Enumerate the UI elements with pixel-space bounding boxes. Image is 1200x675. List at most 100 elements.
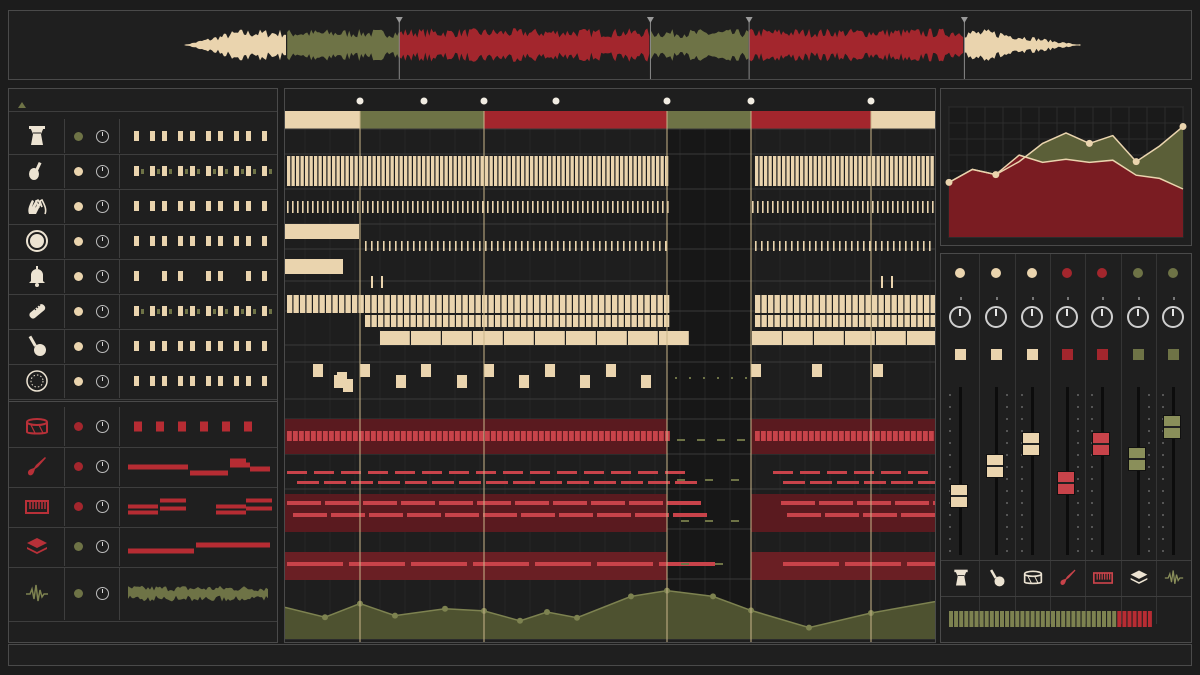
track-status-led[interactable] [74, 542, 83, 551]
track-status-led[interactable] [74, 271, 83, 281]
track-volume-knob[interactable] [96, 500, 109, 513]
track-status-led[interactable] [74, 306, 83, 316]
track-clip-preview[interactable] [119, 527, 278, 566]
midi-note [625, 295, 631, 313]
clip-hit [262, 166, 267, 176]
arrangement-canvas[interactable] [285, 89, 935, 642]
channel-led[interactable] [955, 268, 965, 278]
track-clip-preview[interactable] [119, 189, 278, 223]
track-row[interactable] [9, 294, 277, 330]
midi-note [911, 241, 913, 251]
automation-graph[interactable] [941, 89, 1191, 245]
track-volume-knob[interactable] [96, 129, 109, 143]
channel-volume-fader[interactable] [1056, 470, 1075, 495]
overview-waveform[interactable] [9, 11, 1191, 79]
track-status-led[interactable] [74, 201, 83, 211]
midi-note [787, 295, 793, 313]
track-clip-preview[interactable] [119, 329, 278, 363]
track-clip-preview[interactable] [119, 224, 278, 258]
track-status-led[interactable] [74, 131, 83, 141]
track-status-led[interactable] [74, 376, 83, 386]
channel-pan-knob[interactable] [1161, 306, 1184, 328]
channel-led[interactable] [991, 268, 1002, 278]
track-volume-knob[interactable] [96, 199, 109, 213]
track-volume-knob[interactable] [96, 339, 109, 353]
arrangement-view[interactable] [284, 88, 936, 643]
clip-hit [246, 376, 251, 386]
track-clip-preview[interactable] [119, 154, 278, 188]
track-status-led[interactable] [74, 589, 83, 598]
midi-note [777, 156, 781, 186]
channel-pan-knob[interactable] [1020, 306, 1043, 328]
track-volume-knob[interactable] [96, 460, 109, 473]
track-clip-preview[interactable] [119, 364, 278, 398]
channel-led[interactable] [1097, 268, 1108, 278]
track-row[interactable] [9, 407, 277, 448]
track-clip-preview[interactable] [119, 294, 278, 328]
track-volume-knob[interactable] [96, 540, 109, 553]
track-status-led[interactable] [74, 422, 83, 431]
channel-volume-fader[interactable] [1162, 415, 1181, 440]
track-clip-preview[interactable] [119, 119, 278, 153]
track-row[interactable] [9, 527, 277, 568]
meter-segment [1005, 611, 1010, 627]
midi-note [472, 201, 474, 213]
channel-volume-fader[interactable] [986, 453, 1005, 478]
track-status-led[interactable] [74, 462, 83, 471]
track-volume-knob[interactable] [96, 374, 109, 388]
channel-pan-knob[interactable] [949, 306, 971, 328]
channel-mute-button[interactable] [1026, 349, 1038, 360]
track-row[interactable] [9, 189, 277, 225]
track-volume-knob[interactable] [96, 269, 109, 283]
channel-volume-fader[interactable] [950, 484, 968, 509]
overview-waveform-panel[interactable] [8, 10, 1192, 80]
channel-pan-knob[interactable] [1091, 306, 1114, 328]
track-row[interactable] [9, 567, 277, 622]
channel-mute-button[interactable] [1061, 349, 1073, 360]
track-clip-preview[interactable] [119, 259, 278, 293]
channel-mute-button[interactable] [955, 349, 966, 360]
track-row[interactable] [9, 154, 277, 190]
channel-led[interactable] [1132, 268, 1143, 278]
track-volume-knob[interactable] [96, 587, 109, 600]
channel-led[interactable] [1167, 268, 1178, 278]
midi-note [352, 201, 354, 213]
track-row[interactable] [9, 259, 277, 295]
channel-pan-knob[interactable] [1055, 306, 1078, 328]
channel-mute-button[interactable] [1167, 349, 1179, 360]
track-status-led[interactable] [74, 502, 83, 511]
channel-volume-fader[interactable] [1127, 447, 1146, 472]
automation-panel[interactable] [940, 88, 1192, 246]
midi-note [332, 156, 336, 186]
track-clip-preview[interactable] [119, 567, 278, 620]
track-volume-knob[interactable] [96, 304, 109, 318]
track-volume-knob[interactable] [96, 234, 109, 248]
track-clip-preview[interactable] [119, 447, 278, 486]
track-row[interactable] [9, 364, 277, 400]
midi-note [560, 315, 566, 327]
channel-led[interactable] [1061, 268, 1072, 278]
track-status-led[interactable] [74, 341, 83, 351]
channel-volume-fader[interactable] [1021, 432, 1040, 457]
channel-mute-button[interactable] [1132, 349, 1144, 360]
channel-pan-knob[interactable] [1126, 306, 1149, 328]
channel-mute-button[interactable] [1097, 349, 1109, 360]
channel-mute-button[interactable] [991, 349, 1003, 360]
track-row[interactable] [9, 329, 277, 365]
channel-led[interactable] [1026, 268, 1037, 278]
track-status-led[interactable] [74, 236, 83, 246]
track-volume-knob[interactable] [96, 420, 109, 433]
track-row[interactable] [9, 487, 277, 528]
channel-pan-knob[interactable] [985, 306, 1008, 328]
track-status-led[interactable] [74, 166, 83, 176]
track-clip-preview[interactable] [119, 407, 278, 446]
track-row[interactable] [9, 447, 277, 488]
track-volume-knob[interactable] [96, 164, 109, 178]
channel-volume-fader[interactable] [1092, 432, 1111, 457]
fader-scale-dot [1020, 502, 1023, 504]
track-row[interactable] [9, 224, 277, 260]
track-row[interactable] [9, 119, 277, 155]
triangle-up-icon[interactable] [17, 100, 27, 110]
midi-note [641, 241, 643, 251]
track-clip-preview[interactable] [119, 487, 278, 526]
